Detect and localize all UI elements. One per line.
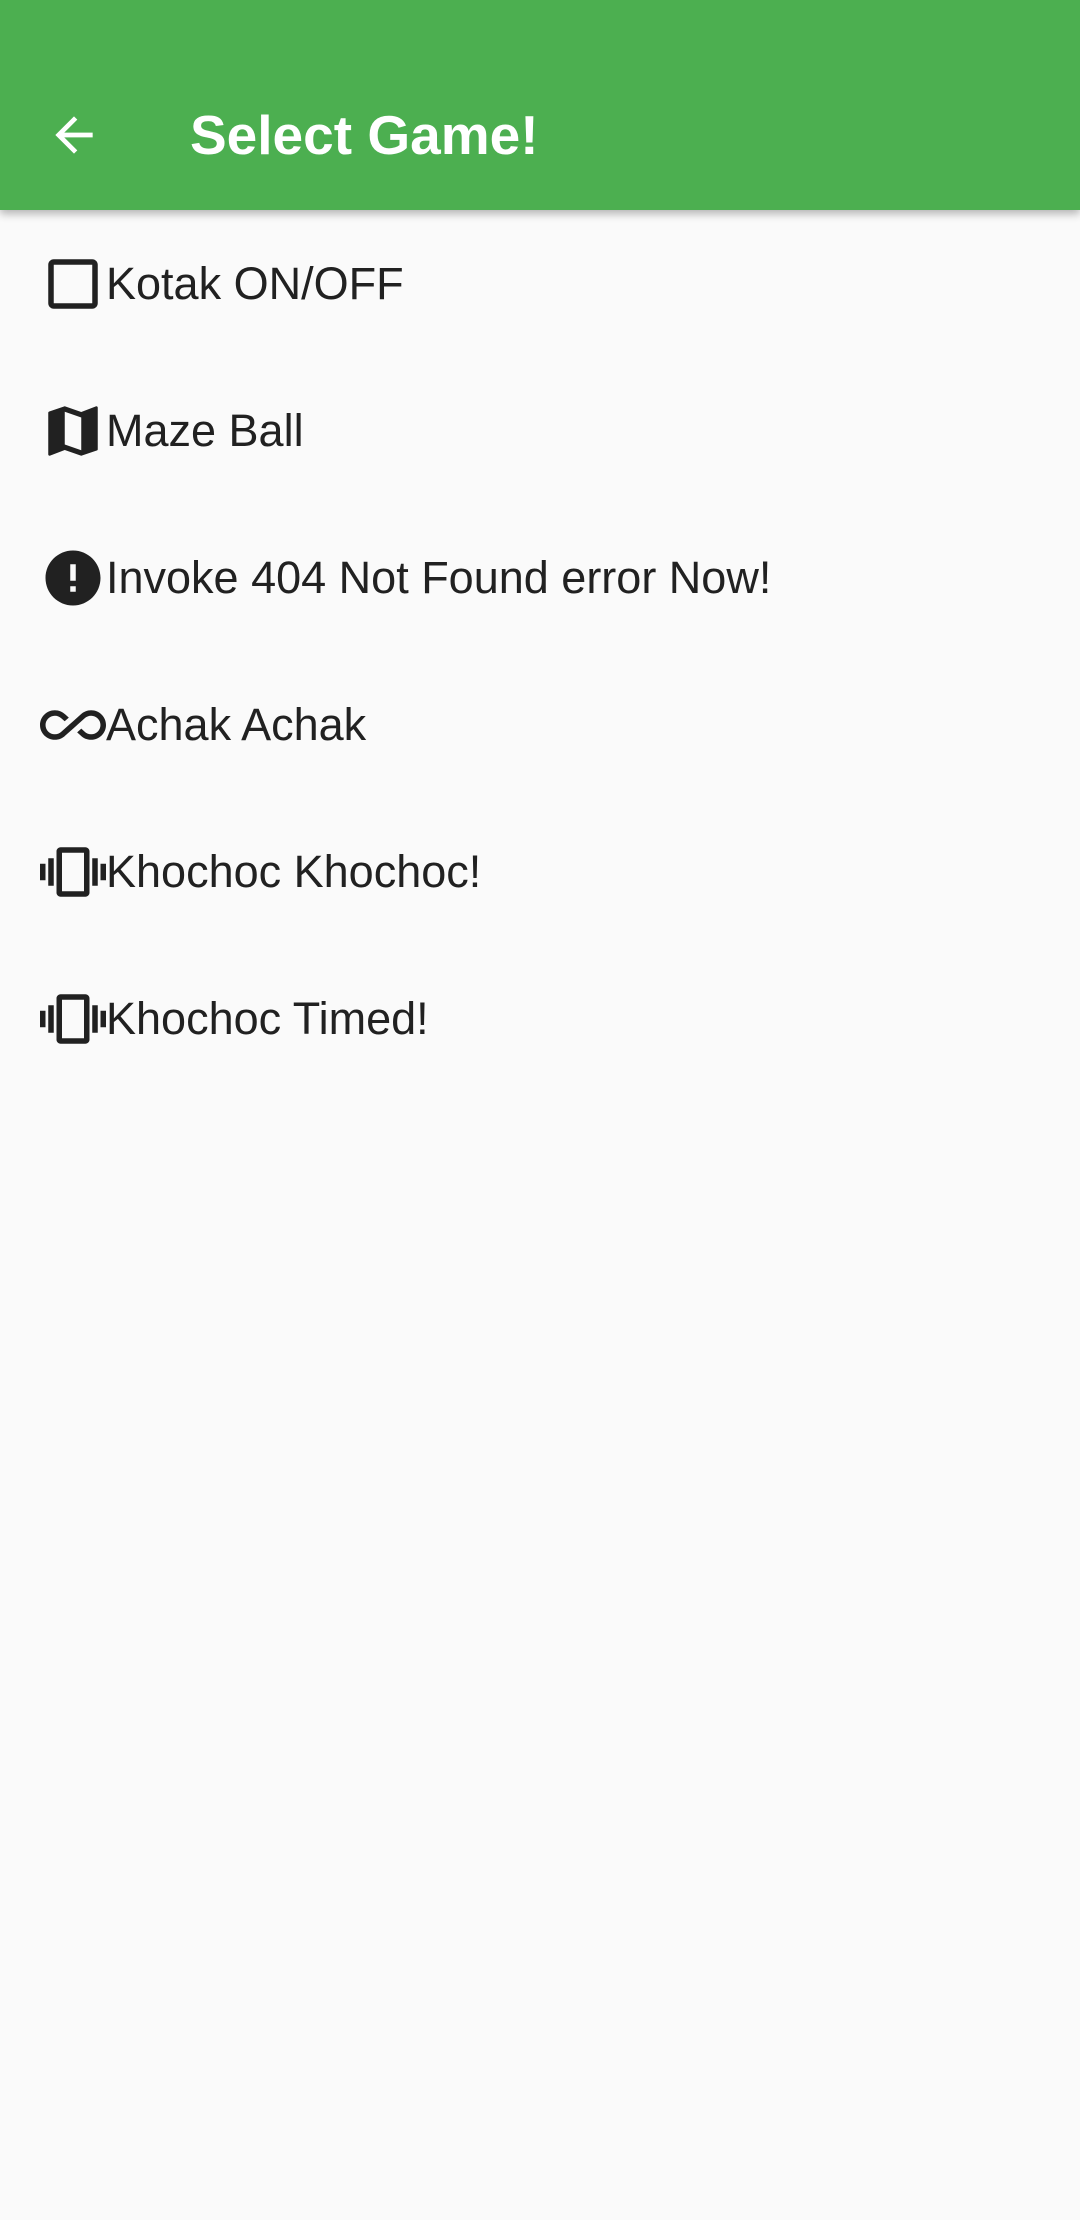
game-item-maze-ball[interactable]: Maze Ball — [0, 357, 1080, 504]
infinity-icon — [40, 692, 106, 758]
game-item-invoke-404[interactable]: Invoke 404 Not Found error Now! — [0, 504, 1080, 651]
game-list: Kotak ON/OFF Maze Ball Invoke 404 Not Fo… — [0, 210, 1080, 1092]
map-icon — [40, 398, 106, 464]
game-item-label: Khochoc Timed! — [106, 993, 429, 1044]
vibration-icon — [40, 986, 106, 1052]
game-item-achak-achak[interactable]: Achak Achak — [0, 651, 1080, 798]
back-button[interactable] — [34, 95, 114, 175]
vibration-icon — [40, 839, 106, 905]
game-item-label: Maze Ball — [106, 405, 304, 456]
game-item-label: Invoke 404 Not Found error Now! — [106, 552, 772, 603]
app-bar: Select Game! — [0, 0, 1080, 210]
game-item-label: Kotak ON/OFF — [106, 258, 404, 309]
game-item-khochoc-timed[interactable]: Khochoc Timed! — [0, 945, 1080, 1092]
error-icon — [40, 545, 106, 611]
game-item-label: Khochoc Khochoc! — [106, 846, 482, 897]
arrow-back-icon — [55, 116, 93, 154]
game-item-label: Achak Achak — [106, 699, 367, 750]
game-item-khochoc-khochoc[interactable]: Khochoc Khochoc! — [0, 798, 1080, 945]
game-item-kotak-on-off[interactable]: Kotak ON/OFF — [0, 210, 1080, 357]
page-title: Select Game! — [190, 104, 539, 166]
square-outline-icon — [40, 251, 106, 317]
